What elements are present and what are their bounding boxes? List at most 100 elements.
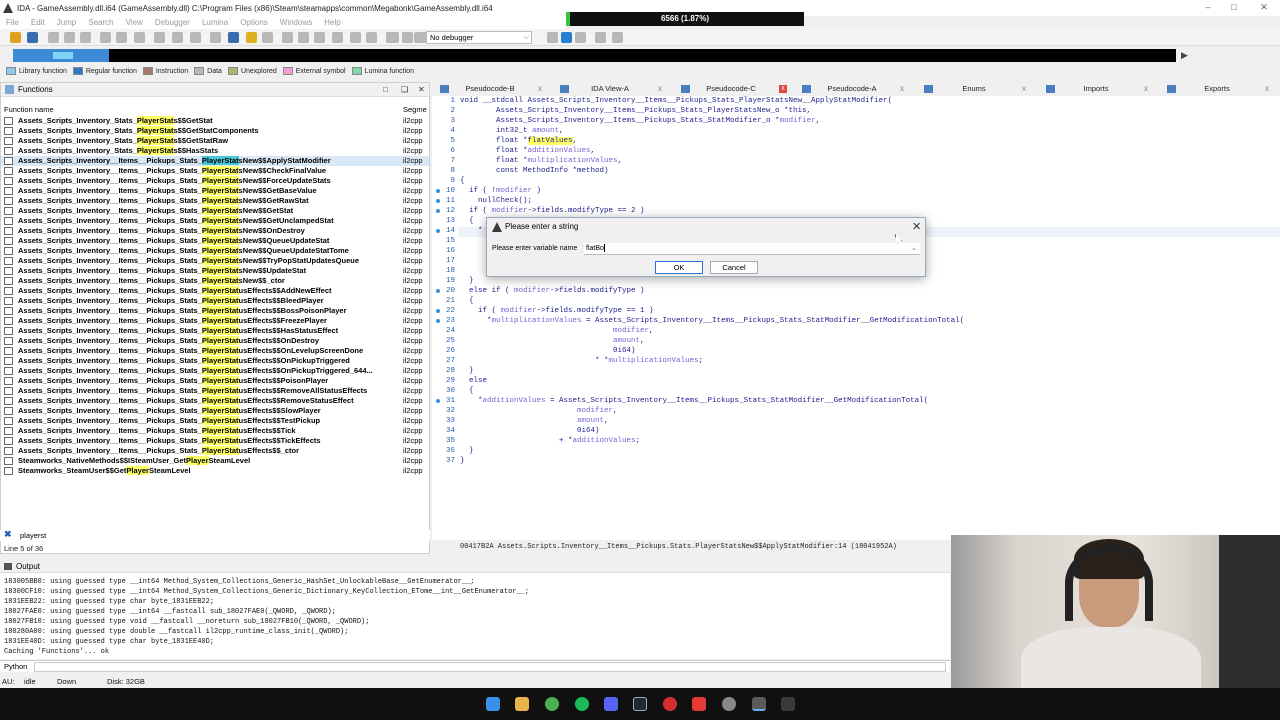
terminal-icon[interactable] xyxy=(781,697,795,711)
menu-item-jump[interactable]: Jump xyxy=(51,16,83,29)
function-row[interactable]: Assets_Scripts_Inventory__Items__Pickups… xyxy=(1,416,429,426)
code-line[interactable]: 1 void __stdcall Assets_Scripts_Inventory… xyxy=(432,96,1280,106)
code-line[interactable]: 7 float *multiplicationValues, xyxy=(432,156,1280,166)
function-row[interactable]: Assets_Scripts_Inventory__Items__Pickups… xyxy=(1,226,429,236)
function-row[interactable]: Assets_Scripts_Inventory__Items__Pickups… xyxy=(1,326,429,336)
code-line[interactable]: 19 } xyxy=(432,276,1280,286)
code-line[interactable]: 34 0i64) xyxy=(432,426,1280,436)
debug-control-icon[interactable] xyxy=(575,32,586,43)
breakpoint-dot-icon[interactable] xyxy=(436,229,440,233)
menu-item-help[interactable]: Help xyxy=(318,16,346,29)
function-row[interactable]: Assets_Scripts_Inventory__Items__Pickups… xyxy=(1,216,429,226)
code-line[interactable]: 23 *multiplicationValues = Assets_Script… xyxy=(432,316,1280,326)
function-row[interactable]: Assets_Scripts_Inventory__Items__Pickups… xyxy=(1,426,429,436)
function-row[interactable]: Assets_Scripts_Inventory__Items__Pickups… xyxy=(1,276,429,286)
python-label[interactable]: Python xyxy=(4,662,27,671)
tab-close-icon[interactable]: x xyxy=(1144,82,1148,96)
function-row[interactable]: Assets_Scripts_Inventory__Items__Pickups… xyxy=(1,396,429,406)
menu-item-search[interactable]: Search xyxy=(82,16,119,29)
menu-item-options[interactable]: Options xyxy=(234,16,274,29)
function-row[interactable]: Assets_Scripts_Inventory_Stats_PlayerSta… xyxy=(1,136,429,146)
tab-close-icon[interactable]: x xyxy=(538,82,542,96)
tab-enums[interactable]: Enums x xyxy=(924,82,1036,96)
breakpoint-dot-icon[interactable] xyxy=(436,309,440,313)
windows-start-icon[interactable] xyxy=(486,697,500,711)
toolbar-tool-icon[interactable] xyxy=(134,32,145,43)
float-panel-icon[interactable]: □ xyxy=(383,85,388,94)
breakpoint-dot-icon[interactable] xyxy=(436,399,440,403)
tab-close-icon[interactable]: x xyxy=(1022,82,1026,96)
function-row[interactable]: Assets_Scripts_Inventory__Items__Pickups… xyxy=(1,296,429,306)
code-line[interactable]: 11 nullCheck(); xyxy=(432,196,1280,206)
navigation-strip[interactable] xyxy=(13,49,1176,62)
code-line[interactable]: 12 if ( modifier->fields.modifyType == 2… xyxy=(432,206,1280,216)
function-row[interactable]: Assets_Scripts_Inventory__Items__Pickups… xyxy=(1,206,429,216)
maximize-icon[interactable]: □ xyxy=(1224,2,1244,12)
nav-arrow-icon[interactable]: ▶ xyxy=(1181,50,1188,61)
debug-control-icon[interactable] xyxy=(595,32,606,43)
menu-item-lumina[interactable]: Lumina xyxy=(196,16,234,29)
chrome-icon[interactable] xyxy=(545,697,559,711)
tab-close-icon[interactable]: x xyxy=(1265,82,1269,96)
function-row[interactable]: Assets_Scripts_Inventory__Items__Pickups… xyxy=(1,406,429,416)
record-app-icon[interactable] xyxy=(663,697,677,711)
tab-imports[interactable]: Imports x xyxy=(1046,82,1158,96)
toolbar-tool-icon[interactable] xyxy=(228,32,239,43)
function-row[interactable]: Assets_Scripts_Inventory__Items__Pickups… xyxy=(1,386,429,396)
function-row[interactable]: Assets_Scripts_Inventory__Items__Pickups… xyxy=(1,266,429,276)
code-line[interactable]: 30 { xyxy=(432,386,1280,396)
github-icon[interactable] xyxy=(722,697,736,711)
function-row[interactable]: Assets_Scripts_Inventory__Items__Pickups… xyxy=(1,306,429,316)
toolbar-tool-icon[interactable] xyxy=(190,32,201,43)
ida-taskbar-icon[interactable] xyxy=(752,697,766,711)
minimize-icon[interactable]: – xyxy=(1198,2,1218,12)
function-row[interactable]: Assets_Scripts_Inventory__Items__Pickups… xyxy=(1,366,429,376)
toolbar-tool-icon[interactable] xyxy=(80,32,91,43)
tab-close-icon[interactable]: x xyxy=(900,82,904,96)
breakpoint-dot-icon[interactable] xyxy=(436,319,440,323)
debugger-select[interactable]: No debugger ⌵ xyxy=(426,31,532,44)
breakpoint-dot-icon[interactable] xyxy=(436,189,440,193)
breakpoint-dot-icon[interactable] xyxy=(436,199,440,203)
tab-exports[interactable]: Exports x xyxy=(1167,82,1279,96)
clear-search-icon[interactable]: ✖ xyxy=(4,529,12,540)
function-row[interactable]: Assets_Scripts_Inventory__Items__Pickups… xyxy=(1,336,429,346)
function-row[interactable]: Assets_Scripts_Inventory__Items__Pickups… xyxy=(1,186,429,196)
toolbar-tool-icon[interactable] xyxy=(10,32,21,43)
code-line[interactable]: 22 if ( modifier->fields.modifyType == 1… xyxy=(432,306,1280,316)
menu-item-debugger[interactable]: Debugger xyxy=(149,16,196,29)
function-row[interactable]: Assets_Scripts_Inventory__Items__Pickups… xyxy=(1,446,429,456)
breakpoint-dot-icon[interactable] xyxy=(436,209,440,213)
function-row[interactable]: Assets_Scripts_Inventory__Items__Pickups… xyxy=(1,246,429,256)
function-row[interactable]: Assets_Scripts_Inventory__Items__Pickups… xyxy=(1,346,429,356)
code-line[interactable]: 3 Assets_Scripts_Inventory__Items__Picku… xyxy=(432,116,1280,126)
code-line[interactable]: 9{ xyxy=(432,176,1280,186)
navigation-band[interactable]: ▶ xyxy=(0,46,1280,64)
function-row[interactable]: Steamworks_SteamUser$$GetPlayerSteamLeve… xyxy=(1,466,429,476)
restore-panel-icon[interactable]: ❏ xyxy=(401,85,408,94)
function-row[interactable]: Assets_Scripts_Inventory__Items__Pickups… xyxy=(1,256,429,266)
code-line[interactable]: 6 float *additionValues, xyxy=(432,146,1280,156)
toolbar-tool-icon[interactable] xyxy=(154,32,165,43)
toolbar-tool-icon[interactable] xyxy=(116,32,127,43)
menu-item-windows[interactable]: Windows xyxy=(274,16,318,29)
pseudocode-view[interactable]: 1 void __stdcall Assets_Scripts_Inventory… xyxy=(432,96,1280,540)
debug-control-icon[interactable] xyxy=(388,32,399,43)
code-line[interactable]: 25 amount, xyxy=(432,336,1280,346)
function-row[interactable]: Assets_Scripts_Inventory_Stats_PlayerSta… xyxy=(1,126,429,136)
tab-pseudocode-b[interactable]: Pseudocode-B x xyxy=(440,82,552,96)
toolbar-tool-icon[interactable] xyxy=(172,32,183,43)
code-line[interactable]: 21 { xyxy=(432,296,1280,306)
tab-close-icon[interactable]: x xyxy=(779,85,787,93)
code-line[interactable]: 32 modifier, xyxy=(432,406,1280,416)
chevron-down-icon[interactable]: ⌄ xyxy=(911,243,917,255)
menu-item-file[interactable]: File xyxy=(0,16,25,29)
toolbar-tool-icon[interactable] xyxy=(246,32,257,43)
column-function-name[interactable]: Function name xyxy=(4,105,54,114)
toolbar-tool-icon[interactable] xyxy=(314,32,325,43)
tool-app-icon[interactable] xyxy=(692,697,706,711)
breakpoint-dot-icon[interactable] xyxy=(436,289,440,293)
debug-control-icon[interactable] xyxy=(402,32,413,43)
function-row[interactable]: Assets_Scripts_Inventory__Items__Pickups… xyxy=(1,176,429,186)
function-row[interactable]: Assets_Scripts_Inventory__Items__Pickups… xyxy=(1,236,429,246)
